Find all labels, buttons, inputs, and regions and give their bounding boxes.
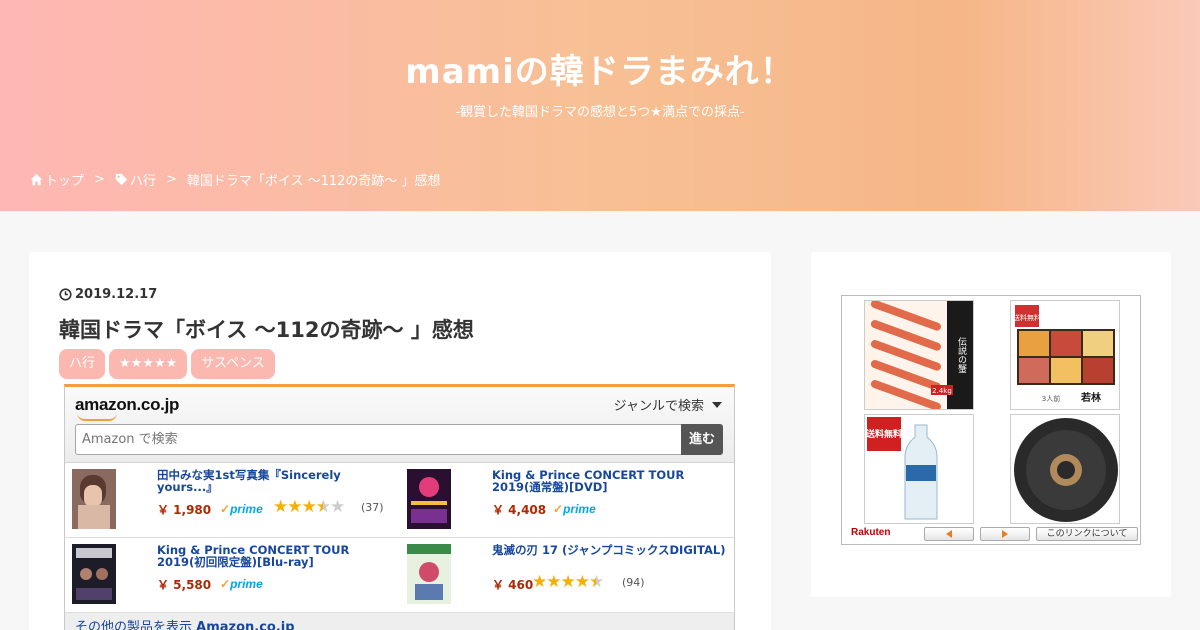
breadcrumb-current: 韓国ドラマ「ボイス 〜112の奇跡〜 」感想 bbox=[186, 174, 441, 189]
prime-label: prime bbox=[230, 577, 263, 591]
footer-prefix: その他の製品を表示 bbox=[75, 620, 193, 630]
rakuten-about-link[interactable]: このリンクについて bbox=[1036, 527, 1138, 541]
prime-badge: ✓prime bbox=[553, 502, 596, 516]
amazon-logo-text: amazon.co.jp bbox=[75, 395, 180, 414]
amazon-widget: amazon.co.jp ジャンルで検索 進む 田中みな実1st写真集『Sinc… bbox=[64, 384, 735, 630]
rating-stars[interactable]: ★★★★★ bbox=[273, 497, 345, 517]
amazon-search-input[interactable] bbox=[75, 424, 682, 455]
post-date: 2019.12.17 bbox=[59, 287, 157, 302]
rakuten-product-crab[interactable]: 伝説の蟹 2.4kg bbox=[864, 300, 974, 410]
arrow-right-icon bbox=[1002, 529, 1008, 538]
product-text: 3人前 bbox=[1042, 394, 1060, 403]
genre-dropdown[interactable]: ジャンルで検索 bbox=[614, 395, 722, 414]
footer-link[interactable]: Amazon.co.jp bbox=[196, 620, 294, 630]
product-text: 若林 bbox=[1080, 391, 1102, 404]
product-price: ￥ 1,980 bbox=[157, 503, 212, 517]
amazon-widget-footer[interactable]: その他の製品を表示 Amazon.co.jp bbox=[65, 613, 734, 630]
post-tags: ハ行 ★★★★★ サスペンス bbox=[59, 349, 279, 379]
breadcrumb-home-label: トップ bbox=[45, 174, 85, 189]
breadcrumb-category-label: ハ行 bbox=[129, 174, 156, 189]
prime-label: prime bbox=[230, 502, 263, 516]
product-thumbnail bbox=[1011, 415, 1119, 523]
site-header: mamiの韓ドラまみれ！ -観賞した韓国ドラマの感想と5つ★満点での採点- トッ… bbox=[0, 0, 1200, 211]
site-title[interactable]: mamiの韓ドラまみれ！ bbox=[0, 44, 1200, 93]
rakuten-product-robot-vacuum[interactable] bbox=[1010, 414, 1120, 524]
home-icon bbox=[30, 173, 43, 186]
breadcrumb: トップ > ハ行 > 韓国ドラマ「ボイス 〜112の奇跡〜 」感想 bbox=[30, 170, 441, 189]
product-thumbnail[interactable] bbox=[72, 469, 116, 529]
product-thumbnail: 伝説の蟹 2.4kg bbox=[865, 301, 973, 409]
amazon-search-button[interactable]: 進む bbox=[681, 424, 723, 455]
product-text: 送料無料 bbox=[865, 428, 902, 440]
product-item[interactable]: King & Prince CONCERT TOUR 2019(通常盤)[DVD… bbox=[400, 463, 734, 538]
site-description: -観賞した韓国ドラマの感想と5つ★満点での採点- bbox=[455, 105, 745, 120]
rakuten-logo[interactable]: Rakuten bbox=[851, 527, 890, 538]
product-price: ￥ 460 bbox=[492, 578, 534, 592]
tag-genre[interactable]: サスペンス bbox=[191, 349, 275, 379]
product-item[interactable]: King & Prince CONCERT TOUR 2019(初回限定盤)[B… bbox=[65, 538, 400, 613]
product-text: 伝説の蟹 bbox=[956, 337, 967, 374]
product-title[interactable]: King & Prince CONCERT TOUR 2019(通常盤)[DVD… bbox=[492, 469, 732, 493]
breadcrumb-separator: > bbox=[165, 172, 177, 187]
sidebar-card: 伝説の蟹 2.4kg 送料無料 若林 3人前 送料無料 Rakuten このリン… bbox=[811, 252, 1171, 597]
article-card: 2019.12.17 韓国ドラマ「ボイス 〜112の奇跡〜 」感想 ハ行 ★★★… bbox=[29, 252, 771, 630]
chevron-down-icon bbox=[712, 401, 722, 408]
breadcrumb-home[interactable]: トップ bbox=[30, 170, 84, 189]
product-row: 田中みな実1st写真集『Sincerely yours...』 ￥ 1,980 … bbox=[65, 463, 734, 538]
review-count[interactable]: (94) bbox=[622, 576, 645, 589]
product-thumbnail[interactable] bbox=[72, 544, 116, 604]
prime-badge: ✓prime bbox=[220, 502, 263, 516]
product-thumbnail[interactable] bbox=[407, 469, 451, 529]
amazon-smile-icon bbox=[77, 413, 117, 421]
amazon-logo[interactable]: amazon.co.jp bbox=[75, 395, 180, 421]
product-title[interactable]: King & Prince CONCERT TOUR 2019(初回限定盤)[B… bbox=[157, 544, 397, 568]
product-thumbnail: 送料無料 bbox=[865, 415, 973, 523]
post-date-text: 2019.12.17 bbox=[75, 287, 158, 302]
product-price: ￥ 5,580 bbox=[157, 578, 212, 592]
product-thumbnail[interactable] bbox=[407, 544, 451, 604]
arrow-left-icon bbox=[946, 529, 952, 538]
review-count[interactable]: (37) bbox=[361, 501, 384, 514]
rating-stars[interactable]: ★★★★★ bbox=[532, 572, 604, 592]
tag-category[interactable]: ハ行 bbox=[59, 349, 106, 379]
product-text: 送料無料 bbox=[1013, 313, 1041, 322]
clock-icon bbox=[59, 288, 72, 301]
product-item[interactable]: 田中みな実1st写真集『Sincerely yours...』 ￥ 1,980 … bbox=[65, 463, 400, 538]
tag-rating[interactable]: ★★★★★ bbox=[109, 349, 188, 379]
rakuten-prev-button[interactable] bbox=[924, 527, 974, 541]
breadcrumb-separator: > bbox=[94, 172, 105, 187]
tag-icon bbox=[115, 173, 128, 186]
rakuten-product-osechi[interactable]: 送料無料 若林 3人前 bbox=[1010, 300, 1120, 410]
product-row: King & Prince CONCERT TOUR 2019(初回限定盤)[B… bbox=[65, 538, 734, 613]
prime-badge: ✓prime bbox=[220, 577, 263, 591]
breadcrumb-category[interactable]: ハ行 bbox=[115, 170, 156, 189]
product-thumbnail: 送料無料 若林 3人前 bbox=[1011, 301, 1119, 409]
rakuten-widget: 伝説の蟹 2.4kg 送料無料 若林 3人前 送料無料 Rakuten このリン… bbox=[841, 295, 1141, 545]
product-title[interactable]: 鬼滅の刃 17 (ジャンプコミックスDIGITAL) bbox=[492, 544, 732, 556]
genre-dropdown-label: ジャンルで検索 bbox=[613, 399, 704, 414]
product-price: ￥ 4,408 bbox=[492, 503, 547, 517]
product-text: 2.4kg bbox=[932, 387, 952, 395]
prime-label: prime bbox=[563, 502, 596, 516]
product-item[interactable]: 鬼滅の刃 17 (ジャンプコミックスDIGITAL) ￥ 460 ★★★★★ (… bbox=[400, 538, 734, 613]
product-title[interactable]: 田中みな実1st写真集『Sincerely yours...』 bbox=[157, 469, 397, 493]
rakuten-product-water[interactable]: 送料無料 bbox=[864, 414, 974, 524]
post-title: 韓国ドラマ「ボイス 〜112の奇跡〜 」感想 bbox=[59, 318, 474, 342]
amazon-widget-header: amazon.co.jp ジャンルで検索 進む bbox=[65, 387, 734, 463]
rakuten-next-button[interactable] bbox=[980, 527, 1030, 541]
